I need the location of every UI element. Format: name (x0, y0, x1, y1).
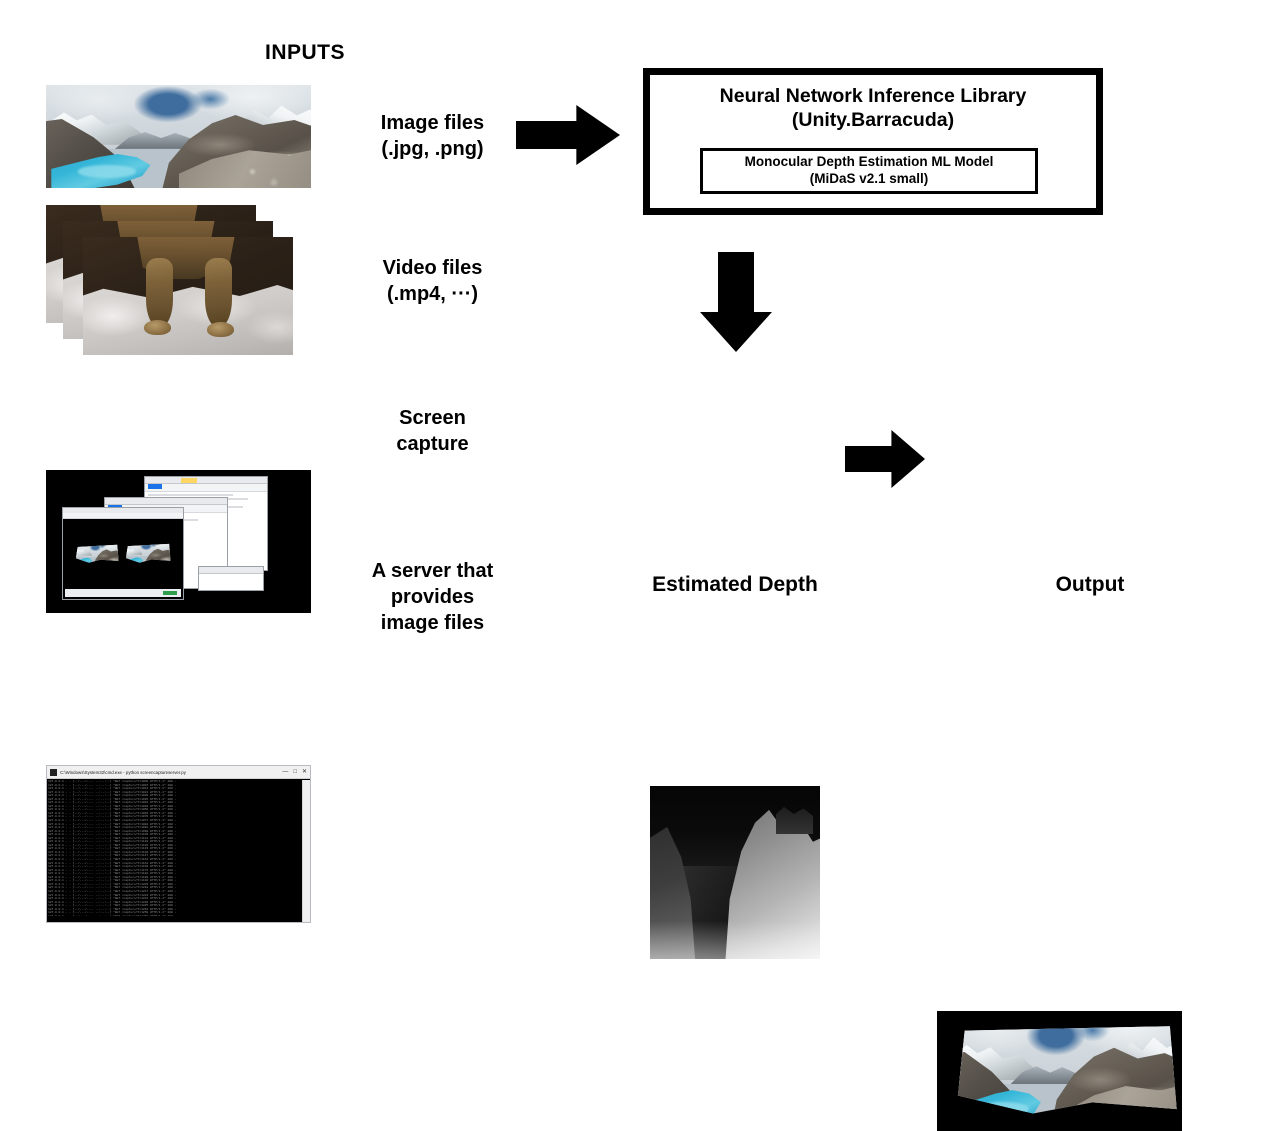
capture-explorer-back-row (148, 494, 234, 496)
mountain-lake-highlight (77, 165, 137, 178)
arrow-shaft (718, 252, 754, 316)
terminal-window-controls[interactable]: — □ ✕ (282, 769, 307, 775)
output-mesh-lake-highlight (978, 1102, 1029, 1114)
capture-mesh-viewer-window (62, 507, 184, 600)
inputs-heading: INPUTS (264, 41, 345, 64)
minimize-icon[interactable]: — (282, 769, 288, 775)
video-frame-front-leg-right (204, 258, 233, 327)
input-thumbnail-server-terminal: C:\Windows\System32\cmd.exe - python scr… (46, 765, 311, 923)
maximize-icon[interactable]: □ (293, 769, 297, 775)
output-mesh-surface (957, 1026, 1177, 1114)
input-label-server: A server that provides image files (371, 560, 494, 634)
input-thumbnail-image-files (46, 85, 311, 188)
video-frame-front (83, 237, 293, 355)
terminal-titlebar: C:\Windows\System32\cmd.exe - python scr… (47, 766, 310, 779)
output-caption: Output (1055, 573, 1125, 596)
close-icon[interactable]: ✕ (302, 769, 307, 775)
arrow-head (576, 105, 620, 165)
capture-explorer-window-small (198, 566, 264, 591)
input-thumbnail-screen-capture (46, 470, 311, 613)
capture-explorer-small-titlebar (199, 567, 263, 574)
input-label-image-files: Image files (.jpg, .png) (380, 112, 485, 160)
capture-explorer-back-titlebar (145, 477, 267, 484)
arrow-shaft (516, 121, 581, 149)
arrow-head (891, 430, 925, 488)
input-thumbnail-video-files (46, 205, 316, 355)
depth-map-image (650, 786, 820, 959)
capture-viewer-statusbar (65, 589, 181, 597)
capture-mesh-render-left (75, 543, 119, 565)
library-title: Neural Network Inference Library (Unity.… (719, 85, 1027, 131)
terminal-scrollbar[interactable] (302, 780, 310, 922)
output-3d-mesh-render (937, 1011, 1182, 1131)
capture-viewer-progress (163, 591, 177, 595)
inputs-to-library-arrow (516, 105, 620, 165)
ml-model-title: Monocular Depth Estimation ML Model (MiD… (744, 154, 994, 186)
library-to-depth-arrow (700, 252, 772, 352)
depth-near-foreground (650, 920, 820, 959)
terminal-log-output: 127.0.0.1 - - [--/---/---- --:--:--] "GE… (48, 780, 303, 916)
arrow-shaft (845, 446, 895, 472)
capture-explorer-back-highlight (181, 478, 197, 483)
terminal-title: C:\Windows\System32\cmd.exe - python scr… (60, 769, 186, 775)
capture-viewer-menubar (63, 513, 183, 519)
video-frame-front-paw-left (143, 319, 172, 335)
capture-explorer-middle-titlebar (105, 498, 227, 505)
estimated-depth-caption: Estimated Depth (652, 573, 818, 596)
console-icon (50, 768, 57, 776)
ml-model-box: Monocular Depth Estimation ML Model (MiD… (700, 148, 1038, 194)
video-frame-front-leg-left (146, 258, 174, 327)
arrow-head (700, 312, 772, 352)
video-frame-front-paw-right (206, 321, 235, 338)
input-label-screen-capture: Screen capture (396, 407, 469, 455)
capture-mesh-render-right (125, 542, 171, 565)
depth-to-output-arrow (845, 430, 925, 488)
capture-explorer-back-accent (148, 484, 162, 489)
input-label-video-files: Video files (.mp4, ···) (382, 257, 483, 305)
capture-explorer-back-ribbon (145, 484, 267, 492)
